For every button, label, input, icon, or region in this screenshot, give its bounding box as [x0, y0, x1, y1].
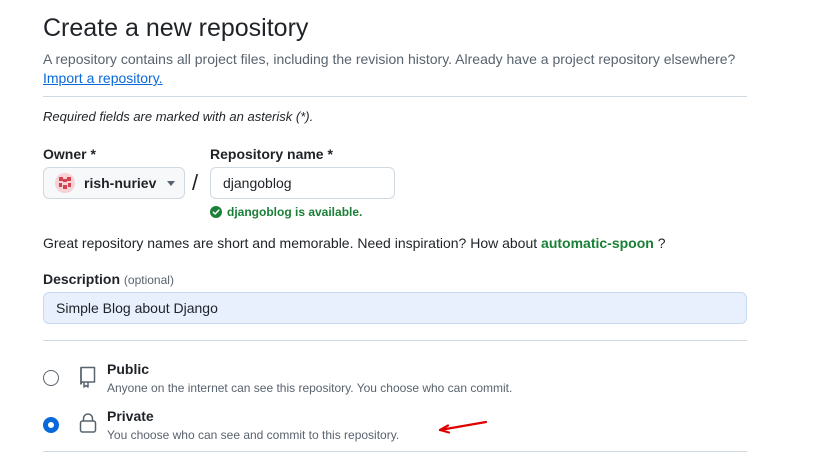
- header-divider: [43, 96, 747, 97]
- visibility-public-title: Public: [107, 361, 150, 377]
- required-fields-note: Required fields are marked with an aster…: [43, 109, 314, 124]
- visibility-divider: [43, 451, 747, 452]
- description-label: Description (optional): [43, 271, 174, 287]
- repository-name-input[interactable]: [210, 167, 395, 199]
- check-circle-icon: [210, 206, 222, 218]
- visibility-public-radio[interactable]: [43, 370, 59, 386]
- visibility-public-description: Anyone on the internet can see this repo…: [107, 381, 513, 395]
- owner-name: rish-nuriev: [84, 175, 157, 191]
- suggestion-suffix: ?: [657, 235, 666, 251]
- page-subtitle: A repository contains all project files,…: [43, 51, 736, 67]
- suggested-name-link[interactable]: automatic-spoon: [541, 235, 654, 251]
- visibility-private-description: You choose who can see and commit to thi…: [107, 428, 400, 442]
- suggestion-prefix: Great repository names are short and mem…: [43, 235, 538, 251]
- create-repository-page: Create a new repository A repository con…: [0, 0, 832, 458]
- description-input[interactable]: [43, 292, 747, 324]
- owner-repo-separator: /: [192, 170, 199, 195]
- owner-select-button[interactable]: rish-nuriev: [43, 167, 185, 199]
- optional-tag: (optional): [123, 273, 174, 287]
- annotation-arrow-icon: [438, 420, 488, 434]
- page-title: Create a new repository: [43, 14, 309, 42]
- visibility-private-radio[interactable]: [43, 417, 59, 433]
- identicon-avatar: [55, 173, 75, 193]
- description-divider: [43, 340, 747, 341]
- import-repository-link[interactable]: Import a repository.: [43, 70, 163, 86]
- repo-icon: [80, 366, 96, 388]
- name-suggestion: Great repository names are short and mem…: [43, 235, 666, 251]
- chevron-down-icon: [167, 180, 176, 186]
- repository-name-availability: djangoblog is available.: [210, 205, 362, 219]
- visibility-private-title: Private: [107, 408, 154, 424]
- owner-label: Owner *: [43, 146, 96, 162]
- description-label-text: Description: [43, 271, 121, 287]
- lock-icon: [79, 413, 97, 433]
- availability-text: djangoblog is available.: [227, 205, 363, 219]
- repository-name-label: Repository name *: [210, 146, 333, 162]
